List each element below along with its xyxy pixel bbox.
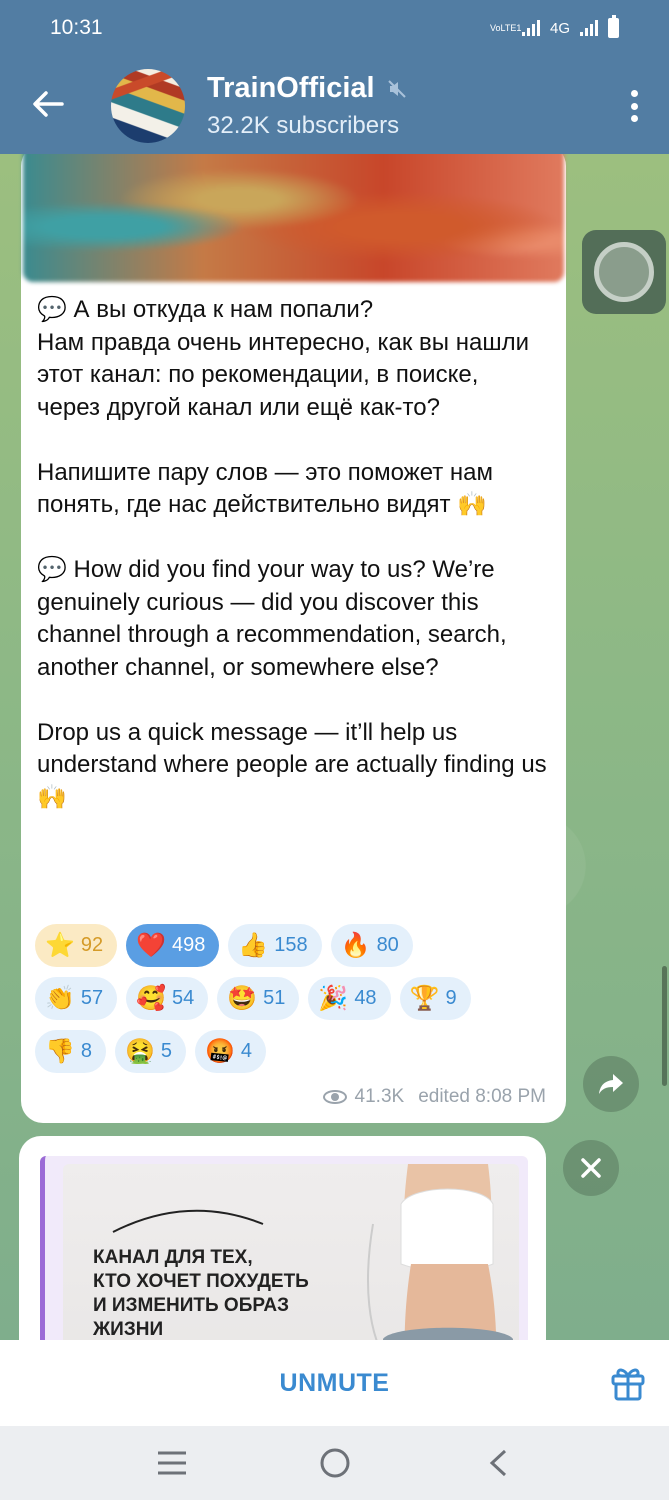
floating-player-button[interactable]: [582, 230, 666, 314]
reaction-chip[interactable]: 🤬 4: [195, 1030, 267, 1073]
bottom-bar: UNMUTE: [0, 1340, 669, 1426]
reaction-emoji: 👏: [45, 984, 75, 1012]
sponsored-text: КАНАЛ ДЛЯ ТЕХ, КТО ХОЧЕТ ПОХУДЕТЬ И ИЗМЕ…: [93, 1247, 309, 1340]
close-icon: [581, 1158, 601, 1178]
reaction-emoji: 👎: [45, 1037, 75, 1065]
reaction-count: 54: [172, 987, 195, 1009]
channel-avatar[interactable]: [111, 69, 185, 143]
volte-icon: VoLTE1: [489, 22, 522, 33]
reaction-row: ⭐ 92 ❤️ 498 👍 158 🔥 80: [35, 924, 555, 967]
scrollbar[interactable]: [662, 966, 667, 1086]
reaction-count: 57: [80, 987, 104, 1009]
signal-icon: [580, 20, 598, 36]
muted-icon: [387, 79, 406, 98]
reaction-emoji: 🔥: [340, 931, 371, 959]
reaction-emoji: 🤬: [205, 1037, 235, 1065]
chat-header: TrainOfficial 32.2K subscribers: [0, 56, 669, 154]
view-count: 41.3K: [354, 1086, 405, 1107]
reaction-count: 5: [160, 1040, 173, 1062]
reaction-row: 👎 8 🤮 5 🤬 4: [35, 1030, 555, 1073]
reaction-chip[interactable]: 🔥 80: [330, 924, 413, 967]
reaction-emoji: ❤️: [136, 931, 167, 959]
reaction-count: 158: [274, 934, 308, 956]
reaction-chip[interactable]: ❤️ 498: [126, 924, 220, 967]
status-time: 10:31: [50, 16, 103, 39]
chat-area[interactable]: 💬 А вы откуда к нам попали? Нам правда о…: [0, 154, 669, 1340]
more-options-button[interactable]: [627, 86, 641, 126]
back-button[interactable]: [28, 84, 68, 124]
home-icon: [320, 1448, 349, 1478]
more-vert-icon: [630, 90, 638, 97]
reaction-chip[interactable]: 🥰 54: [126, 977, 209, 1020]
chevron-left-icon: [489, 1449, 506, 1477]
channel-title[interactable]: TrainOfficial: [207, 72, 407, 105]
reaction-count: 48: [354, 987, 377, 1009]
reaction-emoji: 🏆: [409, 984, 440, 1012]
share-button[interactable]: [583, 1056, 639, 1112]
reaction-chip[interactable]: 👏 57: [35, 977, 118, 1020]
reaction-chip[interactable]: 🤩 51: [217, 977, 300, 1020]
message-text: 💬 А вы откуда к нам попали? Нам правда о…: [37, 296, 547, 811]
reaction-count: 92: [80, 934, 104, 956]
share-arrow-icon: [599, 1074, 623, 1094]
battery-icon: [608, 15, 619, 38]
record-icon: [594, 242, 654, 302]
next-message-bubble[interactable]: КАНАЛ ДЛЯ ТЕХ, КТО ХОЧЕТ ПОХУДЕТЬ И ИЗМЕ…: [19, 1136, 546, 1340]
sponsored-card[interactable]: КАНАЛ ДЛЯ ТЕХ, КТО ХОЧЕТ ПОХУДЕТЬ И ИЗМЕ…: [40, 1156, 528, 1340]
reaction-emoji: 🤩: [227, 984, 258, 1012]
gift-icon: [611, 1368, 645, 1401]
message-meta: 41.3K edited 8:08 PM: [322, 1086, 546, 1108]
sponsored-image[interactable]: КАНАЛ ДЛЯ ТЕХ, КТО ХОЧЕТ ПОХУДЕТЬ И ИЗМЕ…: [63, 1164, 519, 1340]
reaction-emoji: 🥰: [136, 984, 167, 1012]
home-button[interactable]: [315, 1443, 355, 1483]
recents-button[interactable]: [152, 1443, 192, 1483]
message-media[interactable]: [23, 154, 564, 282]
views-icon: [322, 1090, 347, 1104]
signal-icon: [521, 20, 540, 36]
reaction-count: 498: [172, 934, 206, 956]
reaction-emoji: ⭐: [45, 931, 75, 959]
back-arrow-icon: [33, 91, 64, 117]
reaction-emoji: 🤮: [125, 1037, 155, 1065]
reaction-chip[interactable]: 👎 8: [35, 1030, 107, 1073]
woman-figure-illustration: [367, 1164, 513, 1340]
reaction-count: 4: [240, 1040, 253, 1062]
arc-decoration: [112, 1209, 264, 1233]
system-nav-bar: [0, 1426, 669, 1500]
status-icons: VoLTE1 4G: [489, 15, 619, 38]
reaction-chip[interactable]: 🤮 5: [115, 1030, 187, 1073]
reaction-count: 80: [376, 934, 399, 956]
network-type-label: 4G: [549, 19, 570, 37]
reactions: ⭐ 92 ❤️ 498 👍 158 🔥 80 👏 57 🥰 54 🤩 51 🎉 48 🏆 9 👎 8 🤮 5 🤬 4: [35, 924, 555, 1083]
reaction-chip[interactable]: 🎉 48: [308, 977, 391, 1020]
subscriber-count: 32.2K subscribers: [207, 112, 400, 139]
gift-button[interactable]: [609, 1364, 647, 1402]
reaction-emoji: 🎉: [318, 984, 349, 1012]
recents-icon: [157, 1451, 186, 1475]
edited-label: edited 8:08 PM: [418, 1086, 546, 1107]
back-nav-button[interactable]: [478, 1443, 518, 1483]
message-bubble[interactable]: 💬 А вы откуда к нам попали? Нам правда о…: [21, 154, 566, 1123]
reaction-chip[interactable]: 🏆 9: [399, 977, 471, 1020]
reaction-row: 👏 57 🥰 54 🤩 51 🎉 48 🏆 9: [35, 977, 555, 1020]
status-bar: 10:31 VoLTE1 4G: [0, 0, 669, 56]
unmute-button[interactable]: UNMUTE: [280, 1369, 390, 1398]
reaction-chip[interactable]: ⭐ 92: [35, 924, 118, 967]
reaction-count: 51: [263, 987, 286, 1009]
channel-name: TrainOfficial: [207, 72, 375, 104]
reaction-count: 9: [445, 987, 457, 1009]
reaction-emoji: 👍: [238, 931, 269, 959]
close-button[interactable]: [563, 1140, 619, 1196]
reaction-chip[interactable]: 👍 158: [228, 924, 322, 967]
reaction-count: 8: [80, 1040, 93, 1062]
